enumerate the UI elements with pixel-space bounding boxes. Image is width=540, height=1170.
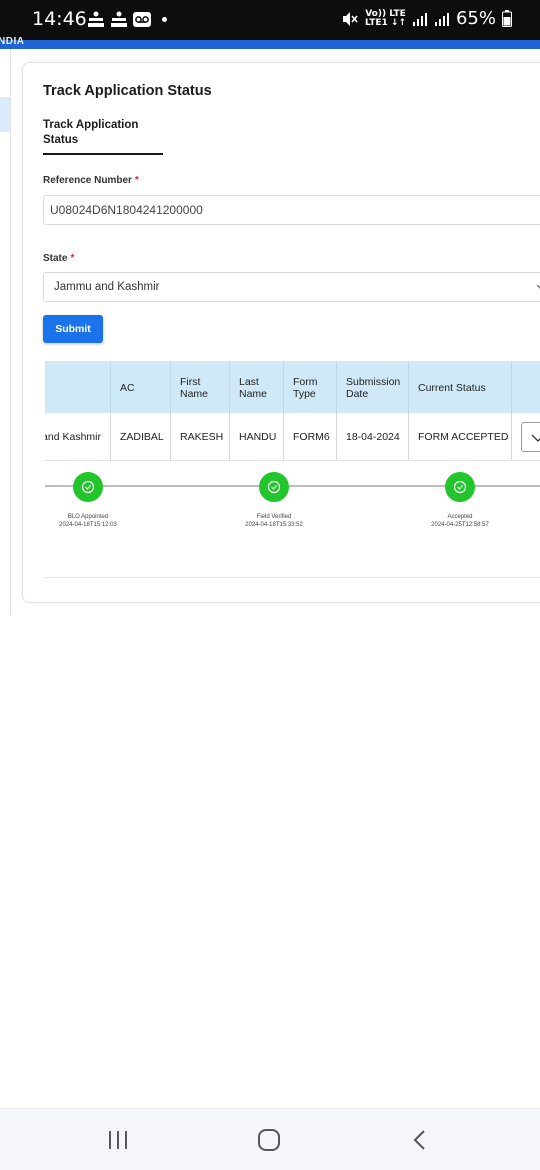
status-bar: 14:46 Vo)) LTE LTE1 ↓↑ 65% — [0, 0, 540, 40]
back-icon[interactable] — [408, 1127, 434, 1153]
timeline-step-time: 2024-04-18T15:33:52 — [245, 522, 303, 528]
cell-form-type: FORM6 — [284, 413, 337, 460]
signal-icon-2 — [434, 12, 449, 26]
battery-icon — [502, 10, 512, 27]
system-nav-bar — [0, 1108, 540, 1170]
cell-state: and Kashmir — [45, 413, 111, 460]
timeline-label-2: Field Verified 2024-04-18T15:33:52 — [214, 513, 334, 529]
reference-number-input[interactable] — [43, 195, 540, 225]
timeline-step-time: 2024-04-25T12:58:57 — [431, 522, 489, 528]
check-circle-icon — [81, 480, 95, 494]
header-cell-actions — [512, 362, 540, 413]
timeline-label-1: BLO Appointed 2024-04-18T15:12:03 — [28, 513, 148, 529]
app-bar: NDIA — [0, 36, 540, 49]
status-time: 14:46 — [32, 8, 87, 30]
header-cell-ac: AC — [111, 362, 171, 413]
screen: 14:46 Vo)) LTE LTE1 ↓↑ 65% NDIA Track Ap… — [0, 0, 540, 1170]
header-cell-state — [45, 362, 111, 413]
timeline-step-time: 2024-04-18T15:12:03 — [59, 522, 117, 528]
reference-label-text: Reference Number — [43, 175, 132, 186]
cell-submission-date: 18-04-2024 — [337, 413, 409, 460]
recent-apps-icon[interactable] — [105, 1127, 131, 1153]
header-cell-form-type: Form Type — [284, 362, 337, 413]
check-circle-icon — [453, 480, 467, 494]
header-cell-current-status: Current Status — [409, 362, 512, 413]
timeline-step-name: Accepted — [447, 514, 473, 520]
check-circle-icon — [267, 480, 281, 494]
required-mark: * — [70, 253, 75, 264]
table-row: and Kashmir ZADIBAL RAKESH HANDU FORM6 1… — [45, 413, 540, 461]
card-divider — [45, 577, 540, 578]
timeline-step-name: BLO Appointed — [67, 514, 109, 520]
submit-button[interactable]: Submit — [43, 315, 103, 343]
sidebar-active-item[interactable] — [0, 97, 10, 132]
state-select-value: Jammu and Kashmir — [54, 281, 160, 293]
cell-last-name: HANDU — [230, 413, 284, 460]
network-bottom-label: LTE1 ↓↑ — [364, 17, 406, 28]
notification-dot — [162, 17, 167, 22]
timeline-node-blo-appointed — [73, 472, 103, 502]
eci-notification-icon — [88, 11, 104, 27]
reference-number-label: Reference Number * — [43, 175, 139, 186]
header-cell-submission-date: Submission Date — [337, 362, 409, 413]
cell-current-status: FORM ACCEPTED — [409, 413, 512, 460]
timeline-node-field-verified — [259, 472, 289, 502]
chevron-down-icon — [531, 434, 540, 442]
state-select[interactable]: Jammu and Kashmir — [43, 272, 540, 302]
status-right: Vo)) LTE LTE1 ↓↑ 65% — [341, 8, 512, 29]
timeline-step-name: Field Verified — [256, 514, 292, 520]
signal-icon — [412, 12, 427, 26]
voicemail-icon — [133, 12, 151, 27]
cell-first-name: RAKESH — [171, 413, 230, 460]
table-header: AC First Name Last Name Form Type Submis… — [45, 361, 540, 413]
state-label-text: State — [43, 253, 68, 264]
row-expand-button[interactable] — [521, 422, 540, 452]
timeline-label-3: Accepted 2024-04-25T12:58:57 — [400, 513, 520, 529]
timeline-node-accepted — [445, 472, 475, 502]
home-icon[interactable] — [256, 1127, 282, 1153]
header-cell-first-name: First Name — [171, 362, 230, 413]
track-status-card: Track Application Status Track Applicati… — [22, 62, 540, 603]
state-label: State * — [43, 253, 74, 264]
eci-notification-icon — [111, 11, 127, 27]
app-bar-text: NDIA — [0, 36, 25, 47]
network-type: Vo)) LTE LTE1 ↓↑ — [364, 9, 406, 28]
cell-ac: ZADIBAL — [111, 413, 171, 460]
chevron-down-icon — [536, 284, 540, 289]
battery-percent: 65% — [455, 8, 496, 29]
header-cell-last-name: Last Name — [230, 362, 284, 413]
required-mark: * — [134, 175, 139, 186]
mute-icon — [342, 11, 358, 26]
sidebar-divider — [10, 49, 11, 615]
tab-track-application-status[interactable]: Track Application Status — [43, 118, 163, 155]
page-title: Track Application Status — [43, 83, 212, 99]
